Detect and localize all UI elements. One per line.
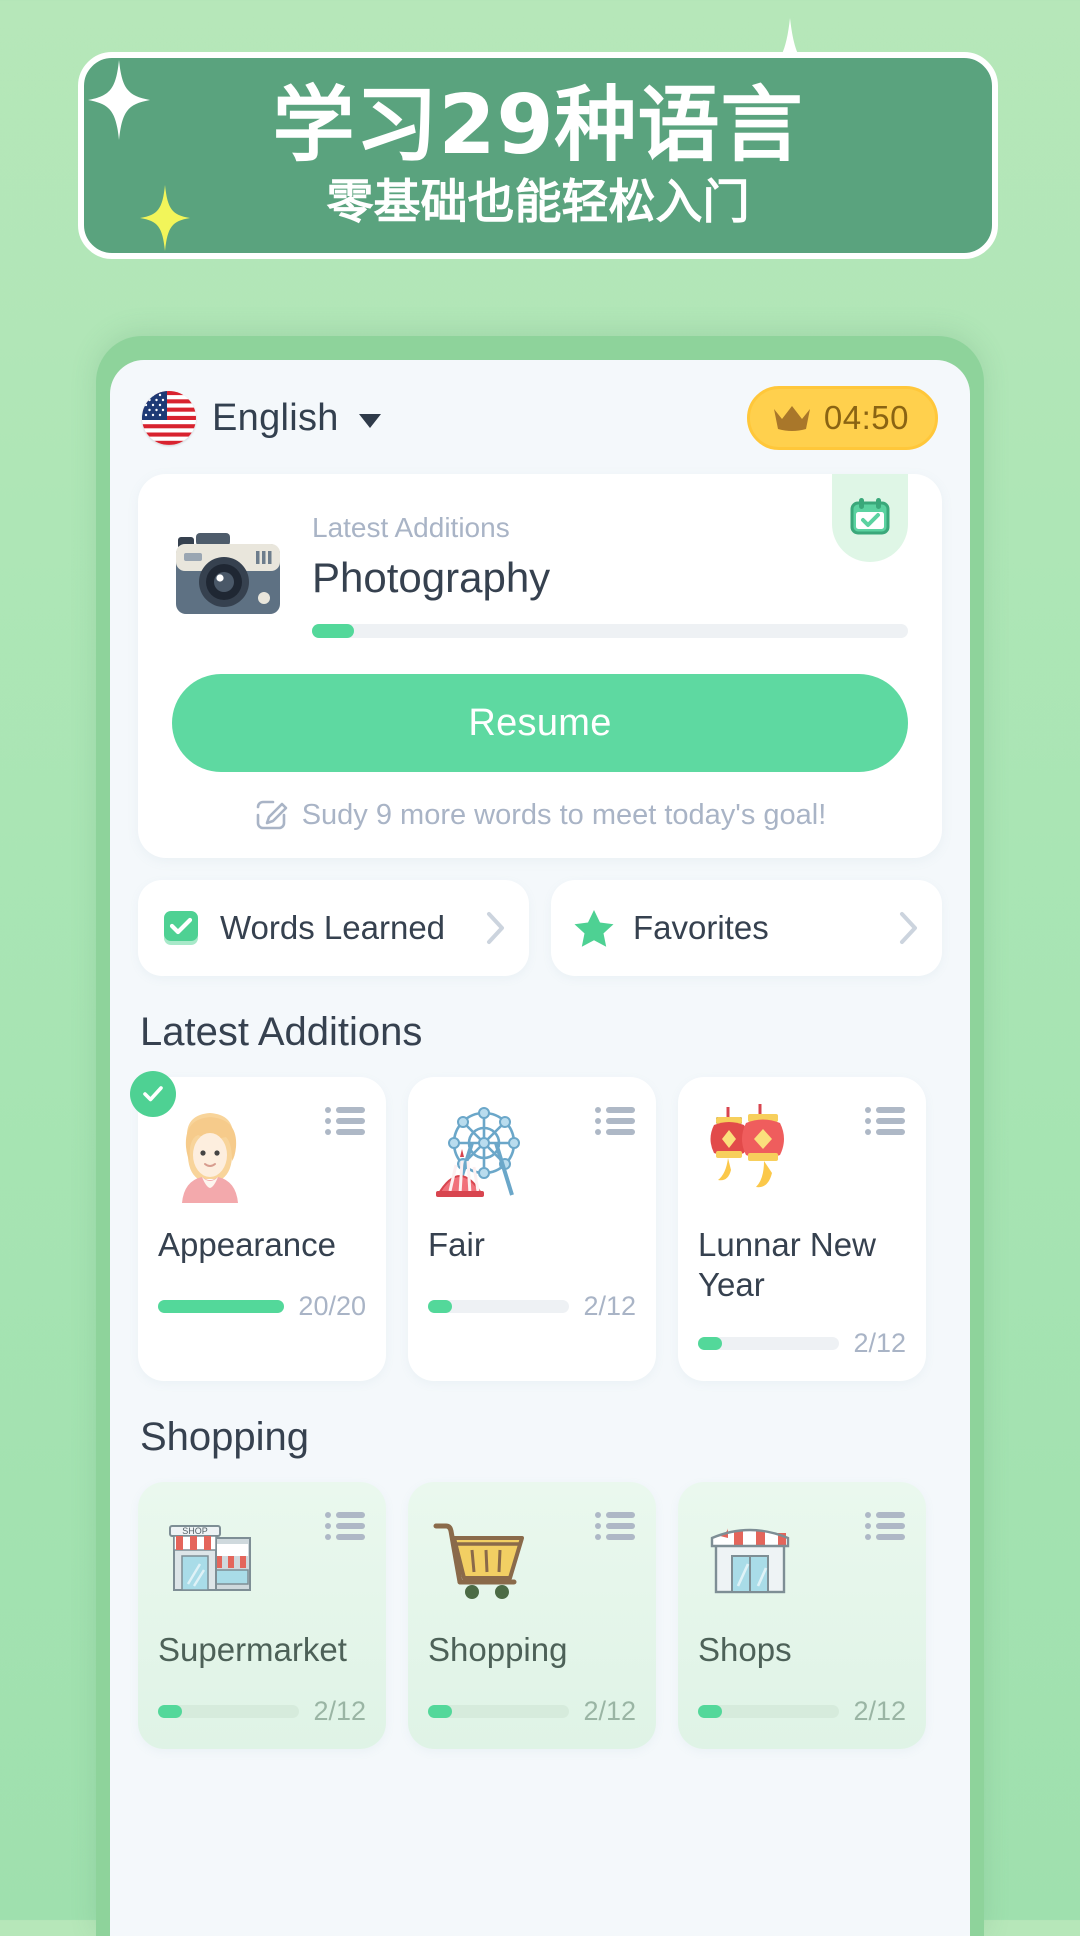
list-icon[interactable]: [324, 1105, 366, 1137]
list-icon[interactable]: [594, 1510, 636, 1542]
promo-title: 学习29种语言: [272, 78, 804, 173]
camera-icon: [172, 526, 284, 623]
category-name: Shops: [698, 1631, 792, 1669]
continue-course-card[interactable]: Latest Additions Photography Resume Sudy…: [138, 474, 942, 858]
resume-button[interactable]: Resume: [172, 674, 908, 772]
category-count: 2/12: [313, 1696, 366, 1727]
category-name: Appearance: [158, 1226, 336, 1263]
section-title-latest: Latest Additions: [140, 1010, 423, 1054]
category-count: 2/12: [853, 1696, 906, 1727]
card-kicker: Latest Additions: [312, 512, 510, 543]
category-progress-track: [698, 1705, 840, 1719]
category-card[interactable]: Appearance 20/20: [130, 1071, 386, 1382]
category-progress-fill: [158, 1705, 183, 1719]
category-row-shopping: SHOP Supermarket 2/12 Shopping 2/12 Shop…: [110, 1482, 970, 1750]
shortcut-favorites[interactable]: Favorites: [551, 880, 942, 976]
category-progress-fill: [158, 1300, 285, 1313]
premium-timer-badge[interactable]: 04:50: [746, 386, 938, 450]
chevron-right-icon: [900, 912, 917, 944]
crown-icon: [773, 406, 810, 431]
category-progress-fill: [428, 1705, 453, 1719]
category-progress-track: [698, 1337, 840, 1351]
category-progress-fill: [428, 1300, 453, 1313]
shortcut-words-learned[interactable]: Words Learned: [138, 880, 529, 976]
us-flag-icon: [142, 391, 196, 445]
category-name: Shopping: [428, 1631, 568, 1669]
shortcut-label: Favorites: [633, 909, 769, 946]
language-selector[interactable]: English: [142, 391, 381, 445]
edit-note-icon: [256, 800, 288, 830]
phone-frame: English 04:50 Latest Additions Photograp…: [96, 336, 984, 1936]
category-card[interactable]: Lunnar New Year 2/12: [678, 1077, 926, 1382]
category-count: 2/12: [583, 1696, 636, 1727]
category-card[interactable]: Shopping 2/12: [408, 1482, 656, 1750]
category-progress-fill: [698, 1705, 723, 1719]
promo-subtitle: 零基础也能轻松入门: [326, 175, 750, 230]
category-count: 20/20: [298, 1291, 366, 1321]
category-row-latest: Appearance 20/20 Fair 2/12 Lunnar New Ye…: [110, 1071, 970, 1382]
category-card[interactable]: Fair 2/12: [408, 1077, 656, 1382]
shopping-cart-icon: [428, 1504, 532, 1613]
red-lanterns-icon: [698, 1099, 802, 1208]
language-label: English: [212, 396, 339, 439]
woman-face-icon: [158, 1099, 262, 1208]
promo-box: 学习29种语言 零基础也能轻松入门: [78, 52, 998, 259]
app-header: English 04:50: [110, 360, 970, 460]
course-progress-track: [312, 624, 908, 638]
category-progress-fill: [698, 1337, 723, 1351]
category-progress-track: [428, 1705, 570, 1719]
daily-goal-text: Sudy 9 more words to meet today's goal!: [301, 798, 827, 831]
category-card[interactable]: Shops 2/12: [678, 1482, 926, 1750]
category-progress-track: [158, 1300, 285, 1313]
list-icon[interactable]: [324, 1510, 366, 1542]
course-title: Photography: [312, 554, 551, 601]
section-title-shopping: Shopping: [140, 1415, 310, 1460]
category-progress-track: [158, 1705, 300, 1719]
category-name: Lunnar New Year: [698, 1226, 876, 1303]
shortcut-label: Words Learned: [220, 909, 446, 946]
store-front-icon: [698, 1504, 802, 1613]
calendar-check-badge[interactable]: [832, 474, 908, 562]
category-card[interactable]: SHOP Supermarket 2/12: [138, 1482, 386, 1750]
list-icon[interactable]: [594, 1105, 636, 1137]
star-icon: [574, 910, 614, 947]
timer-value: 04:50: [823, 399, 909, 436]
category-count: 2/12: [853, 1328, 906, 1359]
ferris-wheel-icon: [428, 1099, 532, 1208]
chevron-right-icon: [487, 912, 504, 944]
convenience-store-icon: SHOP: [158, 1504, 262, 1613]
course-progress-fill: [312, 624, 354, 638]
promo-banner: 学习29种语言 零基础也能轻松入门: [0, 0, 1080, 330]
list-icon[interactable]: [864, 1105, 906, 1137]
category-progress-track: [428, 1300, 570, 1313]
caret-down-icon[interactable]: [358, 414, 381, 428]
shortcut-row: Words Learned Favorites: [138, 880, 942, 976]
app-screen: English 04:50 Latest Additions Photograp…: [110, 360, 970, 1936]
category-name: Fair: [428, 1226, 485, 1263]
category-count: 2/12: [583, 1291, 636, 1321]
daily-goal-hint: Sudy 9 more words to meet today's goal!: [172, 798, 908, 832]
list-icon[interactable]: [864, 1510, 906, 1542]
completed-check-icon: [130, 1071, 176, 1117]
checkbox-checked-icon: [164, 911, 198, 945]
calendar-check-icon: [850, 498, 890, 535]
category-name: Supermarket: [158, 1631, 347, 1669]
svg-text:SHOP: SHOP: [182, 1526, 208, 1536]
